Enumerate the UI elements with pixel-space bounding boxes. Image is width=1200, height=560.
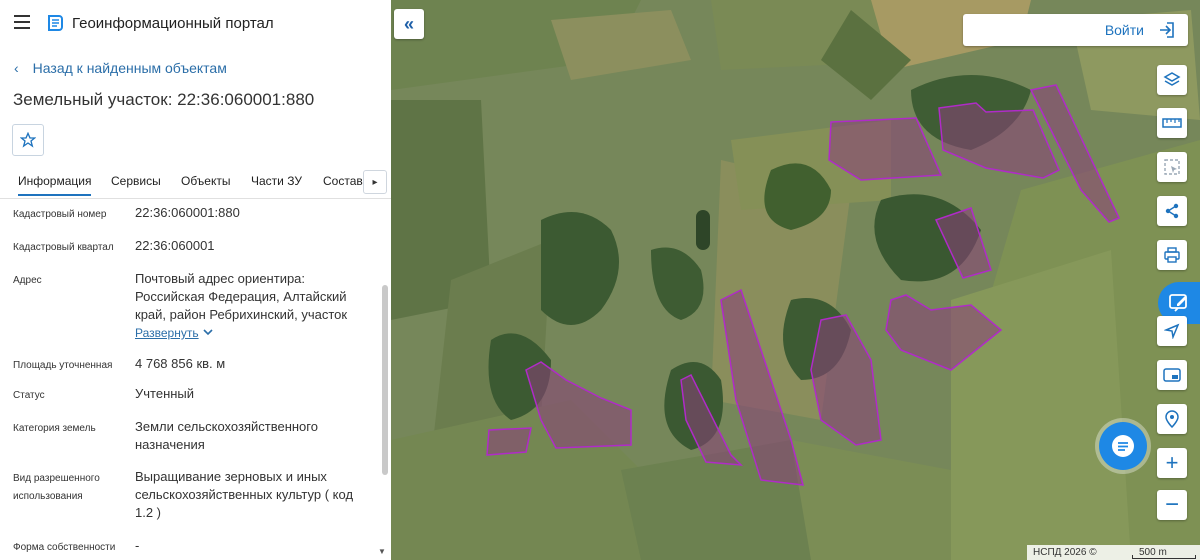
- layers-button[interactable]: [1157, 65, 1187, 95]
- star-icon: [20, 132, 36, 148]
- menu-icon[interactable]: [14, 15, 30, 29]
- land-category-line-2: назначения: [135, 437, 205, 452]
- permitted-use-label-2: использования: [13, 491, 83, 502]
- collapse-sidebar-button[interactable]: «: [394, 9, 424, 39]
- layers-icon: [1163, 72, 1181, 86]
- chevron-down-icon[interactable]: [203, 328, 213, 336]
- tabs-scroll-right-button[interactable]: ▸: [363, 170, 387, 194]
- chat-button[interactable]: [1099, 422, 1147, 470]
- minimap-icon: [1163, 368, 1181, 382]
- tab-services[interactable]: Сервисы: [111, 174, 161, 188]
- header: Геоинформационный портал: [0, 0, 391, 48]
- address-label: Адрес: [13, 275, 42, 286]
- tab-composition[interactable]: Состав: [323, 174, 363, 188]
- tab-bar: Информация Сервисы Объекты Части ЗУ Сост…: [0, 168, 391, 199]
- sidebar: Геоинформационный портал ‹ Назад к найден…: [0, 0, 392, 560]
- scale-bar: [1132, 555, 1196, 559]
- select-area-button[interactable]: [1157, 152, 1187, 182]
- print-button[interactable]: [1157, 240, 1187, 270]
- cadastral-number-label: Кадастровый номер: [13, 209, 107, 220]
- address-line-3: край, район Ребрихинский, участок: [135, 307, 348, 322]
- back-link-label: Назад к найденным объектам: [32, 60, 227, 76]
- chat-icon: [1112, 435, 1134, 457]
- tab-parts[interactable]: Части ЗУ: [251, 174, 302, 188]
- zoom-in-button[interactable]: +: [1157, 448, 1187, 478]
- area-label: Площадь уточненная: [13, 360, 113, 371]
- measure-button[interactable]: [1157, 108, 1187, 138]
- permitted-use-label-1: Вид разрешенного: [13, 473, 100, 484]
- attribution: НСПД 2026 ©: [1033, 547, 1097, 558]
- double-chevron-left-icon: «: [403, 13, 414, 34]
- map-footer: НСПД 2026 © 500 m: [1027, 545, 1200, 560]
- cadastral-quarter-label: Кадастровый квартал: [13, 242, 114, 253]
- permitted-use-line-1: Выращивание зерновых и иных: [135, 469, 327, 484]
- cadastral-number-value: 22:36:060001:880: [135, 205, 240, 220]
- address-line-1: Почтовый адрес ориентира:: [135, 271, 306, 286]
- ownership-value: -: [135, 538, 140, 553]
- feedback-icon: [1169, 294, 1187, 312]
- land-category-label: Категория земель: [13, 423, 96, 434]
- logo-icon: [48, 15, 63, 31]
- minimap-button[interactable]: [1157, 360, 1187, 390]
- chevron-right-icon: ▸: [372, 176, 378, 188]
- geotag-button[interactable]: [1157, 404, 1187, 434]
- cadastral-quarter-value: 22:36:060001: [135, 238, 215, 253]
- zoom-out-button[interactable]: −: [1157, 490, 1187, 520]
- select-area-icon: [1164, 159, 1180, 175]
- login-button[interactable]: Войти: [963, 14, 1188, 46]
- geotag-icon: [1165, 410, 1179, 428]
- ruler-icon: [1162, 118, 1182, 128]
- ownership-label: Форма собственности: [13, 542, 116, 553]
- chevron-left-icon: ‹: [14, 60, 19, 76]
- address-line-2: Российская Федерация, Алтайский: [135, 289, 347, 304]
- sidebar-scrollbar[interactable]: [382, 285, 388, 475]
- area-value: 4 768 856 кв. м: [135, 356, 226, 371]
- permitted-use-line-3: 1.2 ): [135, 505, 162, 520]
- map-view[interactable]: «: [391, 0, 1200, 560]
- satellite-imagery: [391, 0, 1200, 560]
- tab-info[interactable]: Информация: [18, 174, 92, 196]
- expand-address-link[interactable]: Развернуть: [135, 326, 199, 340]
- page-title: Земельный участок: 22:36:060001:880: [13, 90, 315, 109]
- tab-objects[interactable]: Объекты: [181, 174, 231, 188]
- print-icon: [1164, 247, 1180, 263]
- share-icon: [1165, 203, 1179, 219]
- favorite-button[interactable]: [12, 124, 44, 156]
- locate-button[interactable]: [1157, 316, 1187, 346]
- share-button[interactable]: [1157, 196, 1187, 226]
- login-icon: [1160, 22, 1174, 38]
- login-label: Войти: [1104, 22, 1144, 38]
- plus-icon: +: [1165, 450, 1179, 475]
- status-label: Статус: [13, 390, 45, 401]
- back-link[interactable]: ‹ Назад к найденным объектам: [14, 60, 227, 76]
- scroll-down-icon[interactable]: ▼: [378, 547, 386, 556]
- app-title: Геоинформационный портал: [72, 15, 274, 32]
- locate-icon: [1164, 323, 1180, 339]
- status-value: Учтенный: [135, 386, 195, 401]
- minus-icon: −: [1164, 491, 1179, 518]
- permitted-use-line-2: сельскохозяйственных культур ( код: [135, 487, 354, 502]
- land-category-line-1: Земли сельскохозяйственного: [135, 419, 318, 434]
